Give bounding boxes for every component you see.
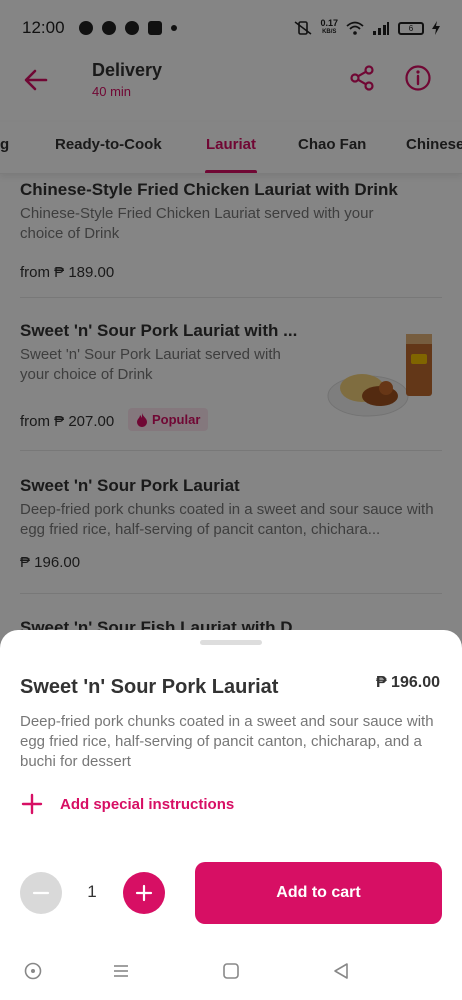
sheet-item-title: Sweet 'n' Sour Pork Lauriat [20,676,279,698]
special-instructions-label: Add special instructions [60,795,235,813]
plus-icon [135,884,153,902]
sheet-item-price: ₱ 196.00 [375,674,440,691]
increase-quantity-button[interactable] [123,872,165,914]
quantity-value: 1 [87,882,97,901]
add-to-cart-button[interactable]: Add to cart [195,862,442,924]
sheet-item-description: Deep-fried pork chunks coated in a sweet… [20,713,434,770]
minus-icon [32,891,50,895]
home-circle-icon[interactable] [23,961,43,981]
triangle-back-icon[interactable] [331,961,351,981]
plus-icon [21,793,43,815]
system-nav-bar [0,945,462,1000]
decrease-quantity-button[interactable] [20,872,62,914]
add-special-instructions-button[interactable]: Add special instructions [20,792,234,816]
sheet-grabber[interactable] [200,640,262,645]
square-icon[interactable] [221,961,241,981]
menu-lines-icon[interactable] [111,961,131,981]
